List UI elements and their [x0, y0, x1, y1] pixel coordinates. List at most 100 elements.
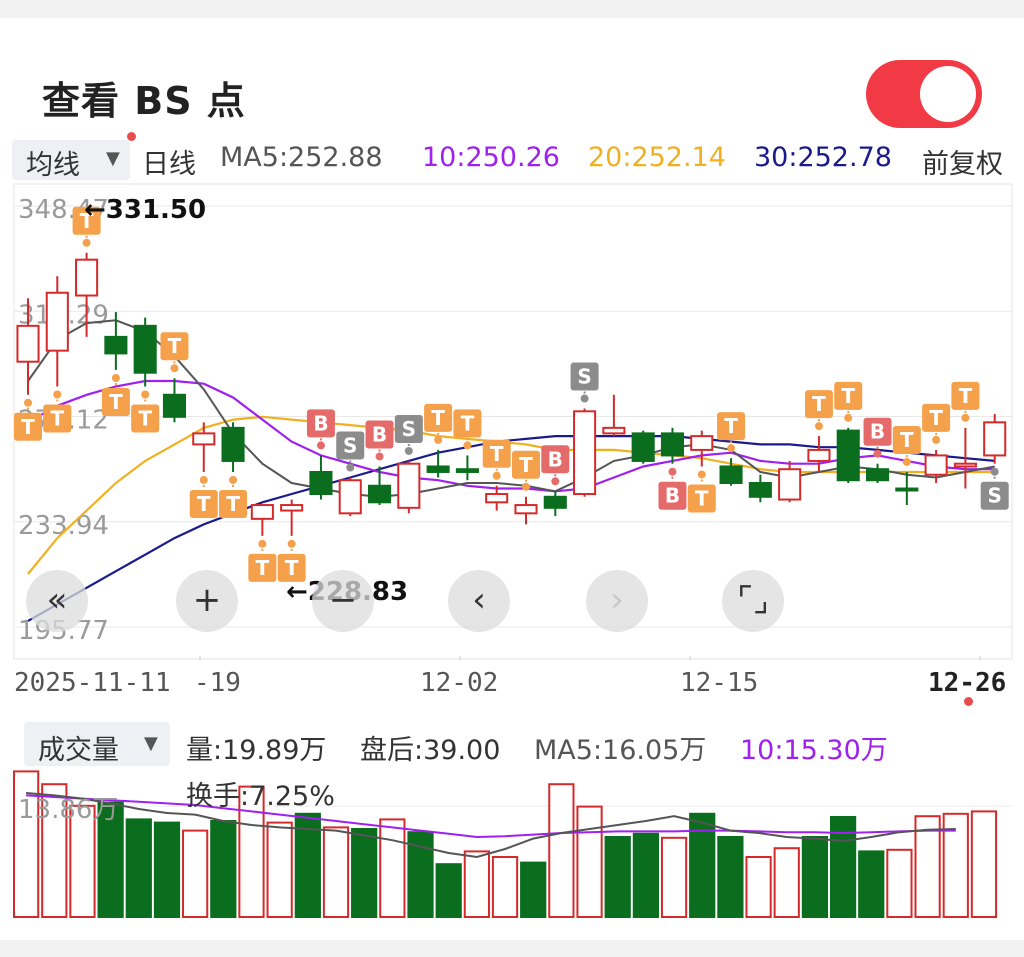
- volume-bar-down: [717, 836, 744, 918]
- signal-dot: [375, 452, 384, 461]
- signal-dot: [814, 422, 823, 431]
- signal-dot: [24, 398, 32, 407]
- toggle-knob: [920, 66, 976, 122]
- volume-bar-down: [689, 812, 716, 918]
- page-title: 查看 BS 点: [42, 79, 246, 123]
- candle-up: [690, 435, 714, 451]
- candle-down: [367, 484, 392, 504]
- signal-dot: [258, 539, 267, 548]
- top-strip: [0, 0, 1024, 18]
- candle-down: [865, 468, 890, 482]
- signal-dot: [990, 467, 999, 476]
- candle-down: [104, 335, 128, 355]
- candle-down: [162, 393, 187, 418]
- candle-down: [631, 432, 655, 462]
- volume-bar-up: [463, 850, 490, 918]
- bs-points-toggle[interactable]: [866, 60, 982, 128]
- current-date-dot: [964, 697, 973, 706]
- volume-bar-up: [548, 783, 575, 919]
- candle-down: [309, 470, 333, 496]
- signal-dot: [287, 539, 296, 548]
- signal-label: B: [870, 420, 885, 444]
- volume-bar-down: [435, 863, 462, 918]
- volume-bar-up: [970, 810, 998, 918]
- price-chart[interactable]: 348.47310.29272.12233.94195.77TTTTTTTTTT…: [0, 180, 1024, 660]
- candle-up: [514, 504, 538, 515]
- candle-up: [338, 479, 362, 515]
- signal-dot: [229, 475, 238, 484]
- candle-down: [221, 426, 245, 462]
- signal-label: T: [256, 556, 270, 580]
- double-left-icon[interactable]: «: [26, 570, 88, 632]
- signal-label: T: [431, 406, 445, 430]
- candle-down: [748, 481, 772, 498]
- chevron-right-icon[interactable]: ›: [586, 570, 648, 632]
- signal-label: S: [577, 365, 591, 389]
- signal-label: T: [109, 390, 123, 414]
- signal-dot: [873, 449, 882, 458]
- volume-bar-down: [858, 850, 885, 918]
- adjust-mode[interactable]: 前复权: [922, 142, 1003, 181]
- candle-up: [250, 504, 274, 520]
- signal-label: T: [695, 486, 709, 510]
- candle-up: [983, 421, 1007, 457]
- signal-dot: [404, 446, 413, 455]
- signal-label: T: [197, 492, 211, 516]
- candle-down: [426, 465, 450, 473]
- volume-bar-down: [210, 820, 237, 918]
- volume-bar-up: [266, 821, 293, 918]
- fullscreen-icon[interactable]: ⌜⌟: [722, 570, 784, 632]
- signal-label: T: [724, 414, 738, 438]
- volume-bar-up: [322, 826, 350, 918]
- volume-axis-label: 13.86万: [18, 795, 118, 825]
- candle-down: [543, 495, 567, 509]
- price-axis-label: 233.94: [18, 511, 109, 541]
- ma30-value: 30:252.78: [754, 142, 892, 173]
- header: 查看 BS 点: [0, 18, 1024, 136]
- signal-dot: [170, 364, 179, 373]
- signal-label: B: [548, 447, 563, 471]
- candle-up: [573, 410, 597, 496]
- chart-frame: [13, 183, 1013, 660]
- signal-dot: [316, 441, 325, 450]
- signal-label: B: [665, 484, 680, 508]
- ma5-value: MA5:252.88: [220, 142, 383, 173]
- candle-down: [133, 324, 157, 374]
- minus-icon[interactable]: −: [312, 570, 374, 632]
- signal-label: T: [812, 392, 826, 416]
- signal-dot: [434, 435, 443, 444]
- candle-down: [455, 468, 479, 473]
- candle-up: [45, 291, 69, 352]
- ma20-value: 20:252.14: [588, 142, 726, 173]
- candle-up: [16, 324, 40, 363]
- vol-ma5-value: MA5:16.05万: [534, 735, 707, 766]
- volume-bar-up: [660, 836, 688, 918]
- x-label-1215: 12-15: [680, 668, 759, 698]
- signal-dot: [53, 390, 62, 399]
- candle-up: [778, 468, 802, 501]
- plus-icon[interactable]: +: [176, 570, 238, 632]
- signal-label: T: [50, 407, 64, 431]
- period-label: 日线: [142, 149, 196, 180]
- signal-dot: [463, 441, 472, 450]
- volume-dropdown[interactable]: 成交量 ▼: [24, 722, 170, 766]
- volume-dropdown-label: 成交量: [38, 735, 119, 766]
- candle-up: [953, 462, 977, 468]
- volume-value: 量:19.89万: [186, 735, 327, 766]
- signal-dot: [932, 435, 941, 444]
- signal-label: T: [138, 407, 152, 431]
- vol-ma10-value: 10:15.30万: [740, 735, 888, 766]
- signal-label: T: [21, 415, 35, 439]
- signal-label: S: [343, 433, 357, 457]
- chevron-left-icon[interactable]: ‹: [448, 570, 510, 632]
- signal-dot: [346, 463, 355, 472]
- x-label-1202: 12-02: [420, 668, 499, 698]
- signal-dot: [961, 413, 970, 422]
- signal-label: T: [841, 384, 855, 408]
- volume-bar-up: [576, 805, 603, 918]
- volume-bar-up: [379, 818, 406, 918]
- x-label-start: 2025-11-11: [14, 668, 171, 698]
- candle-up: [192, 432, 216, 446]
- volume-chart[interactable]: 13.86万: [0, 765, 1024, 925]
- high-price-annotation: ←331.50: [84, 195, 206, 225]
